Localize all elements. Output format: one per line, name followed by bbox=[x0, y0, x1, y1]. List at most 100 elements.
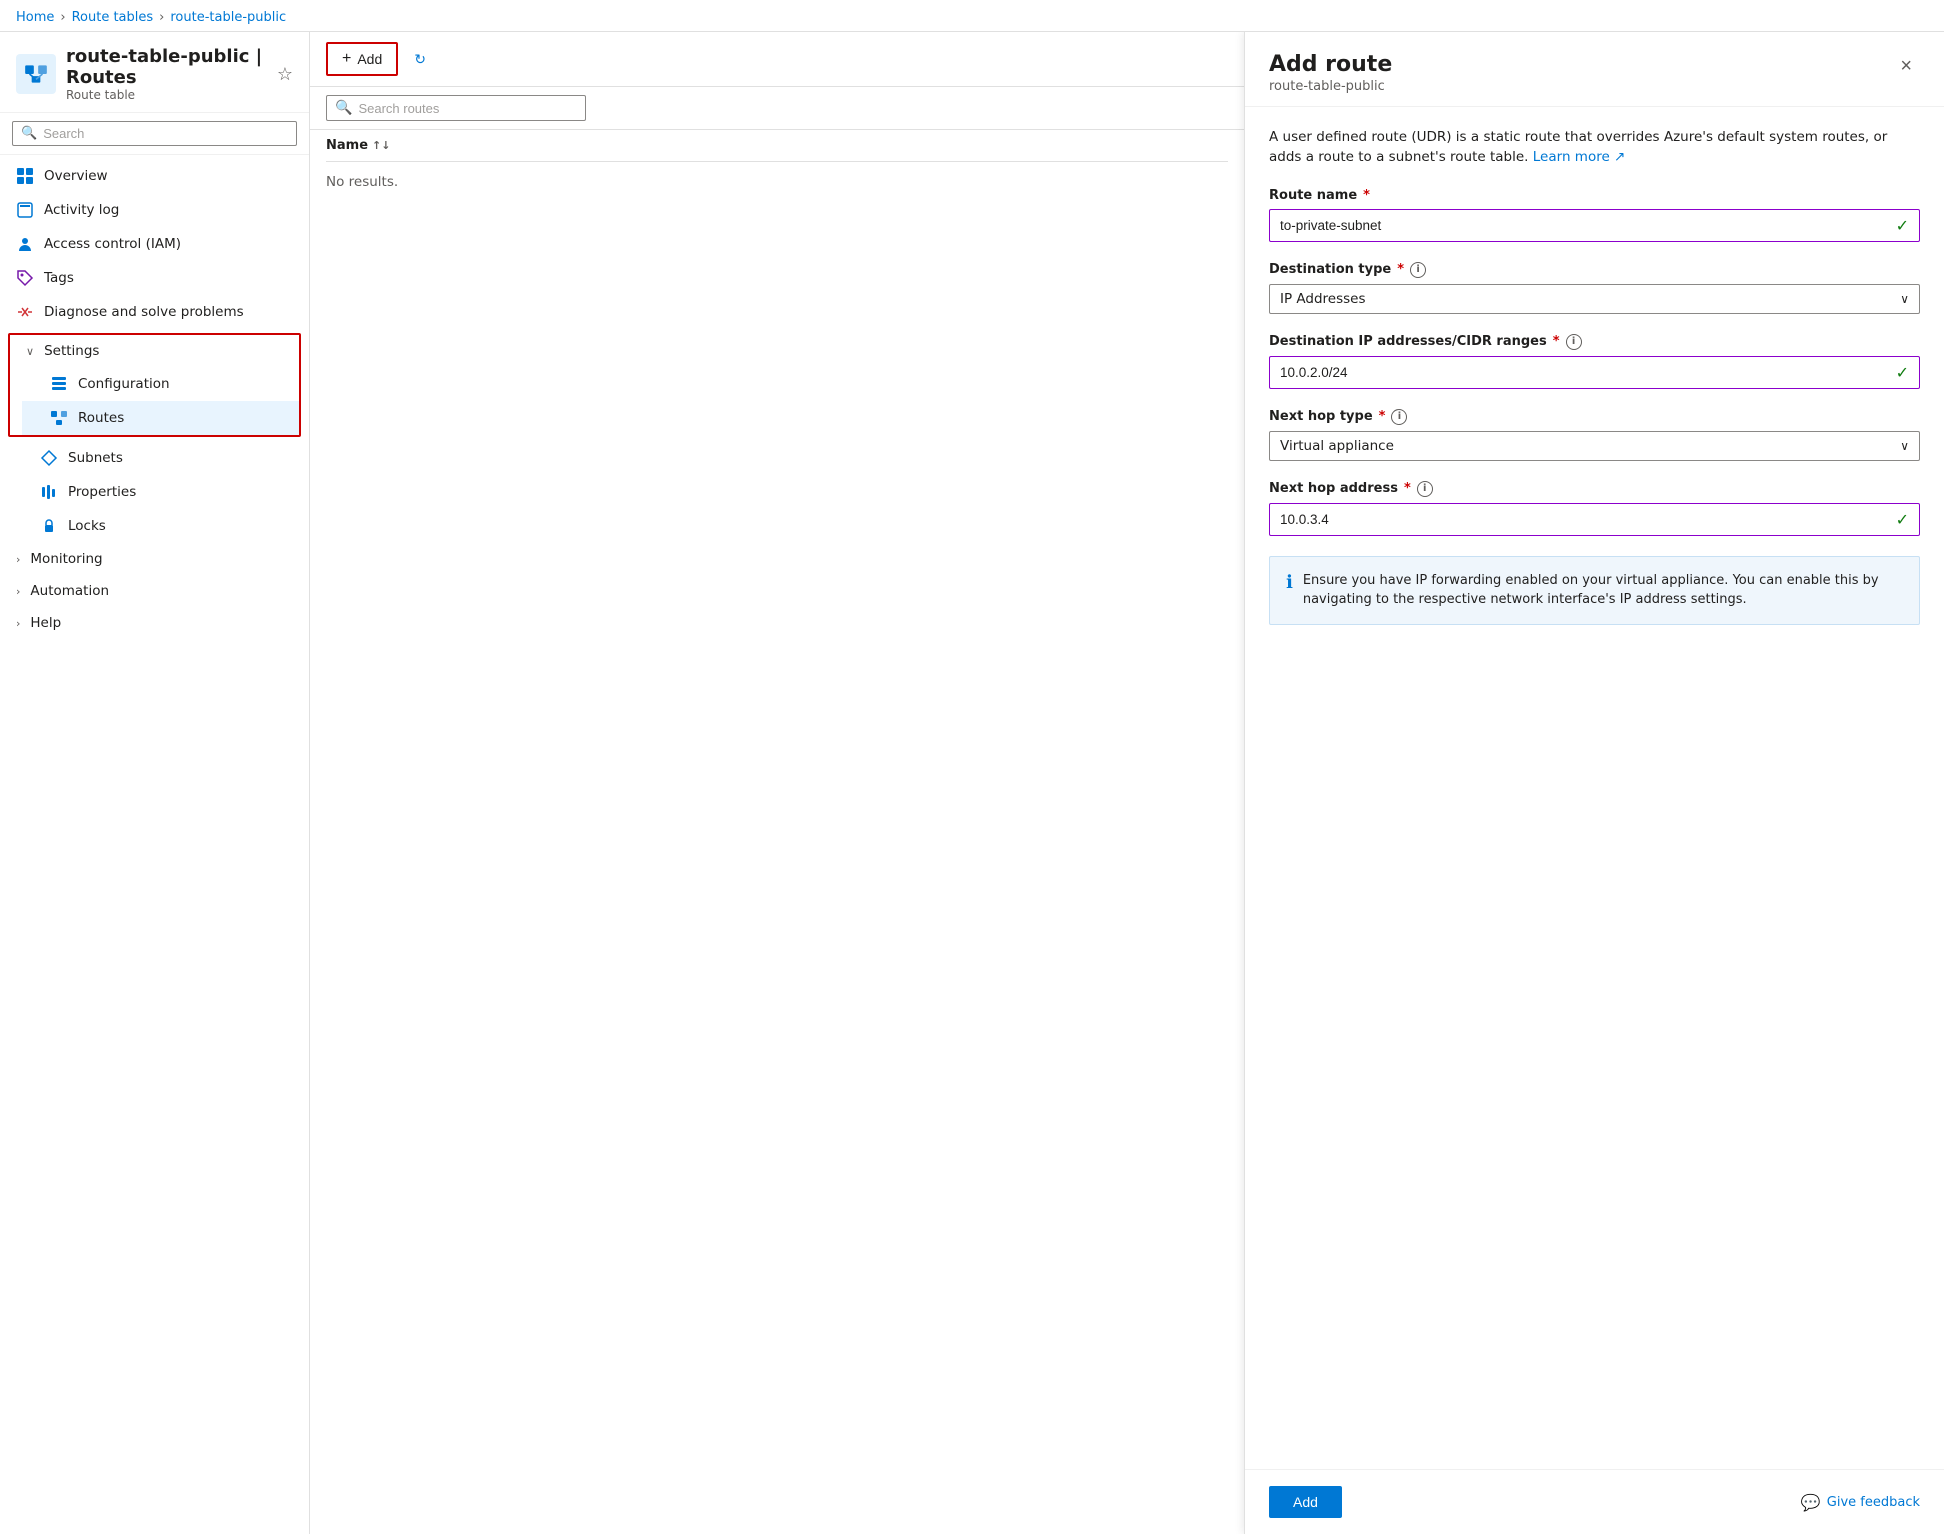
sidebar-item-overview[interactable]: Overview bbox=[0, 159, 309, 193]
next-hop-address-required: * bbox=[1404, 481, 1411, 496]
next-hop-type-select[interactable]: Virtual appliance ∨ bbox=[1269, 431, 1920, 461]
route-name-check-icon: ✓ bbox=[1896, 216, 1909, 235]
destination-type-required: * bbox=[1397, 262, 1404, 277]
learn-more-link[interactable]: Learn more ↗ bbox=[1533, 149, 1626, 165]
route-name-input[interactable] bbox=[1280, 218, 1890, 233]
next-hop-type-required: * bbox=[1379, 409, 1386, 424]
overview-icon bbox=[16, 167, 34, 185]
nav-group-automation-header[interactable]: › Automation bbox=[0, 575, 309, 607]
sidebar-item-subnets[interactable]: Subnets bbox=[12, 441, 309, 475]
sidebar: route-table-public | Routes Route table … bbox=[0, 32, 310, 1534]
sidebar-item-routes[interactable]: Routes bbox=[22, 401, 299, 435]
plus-icon: + bbox=[342, 50, 351, 68]
destination-type-info-icon[interactable]: i bbox=[1410, 262, 1426, 278]
panel-close-button[interactable]: × bbox=[1892, 52, 1920, 80]
nav-group-settings: ∨ Settings Configuration bbox=[0, 333, 309, 543]
routes-table: Name ↑↓ No results. bbox=[310, 130, 1244, 1534]
help-chevron-icon: › bbox=[16, 617, 20, 630]
destination-type-select[interactable]: IP Addresses ∨ bbox=[1269, 284, 1920, 314]
nav-group-help-header[interactable]: › Help bbox=[0, 607, 309, 639]
sidebar-item-locks-label: Locks bbox=[68, 518, 293, 534]
sidebar-search-box[interactable]: 🔍 bbox=[12, 121, 297, 146]
info-banner: ℹ Ensure you have IP forwarding enabled … bbox=[1269, 556, 1920, 625]
add-route-panel: Add route route-table-public × A user de… bbox=[1244, 32, 1944, 1534]
destination-cidr-required: * bbox=[1553, 334, 1560, 349]
destination-cidr-field: Destination IP addresses/CIDR ranges * i… bbox=[1269, 334, 1920, 389]
sidebar-item-routes-label: Routes bbox=[78, 410, 283, 426]
diagnose-icon bbox=[16, 303, 34, 321]
col-name-header[interactable]: Name ↑↓ bbox=[326, 138, 390, 153]
route-name-input-box[interactable]: ✓ bbox=[1269, 209, 1920, 242]
sidebar-item-diagnose[interactable]: Diagnose and solve problems bbox=[0, 295, 309, 329]
next-hop-type-info-icon[interactable]: i bbox=[1391, 409, 1407, 425]
sidebar-item-diagnose-label: Diagnose and solve problems bbox=[44, 304, 293, 320]
routes-search-container: 🔍 bbox=[310, 87, 1244, 130]
refresh-button[interactable]: ↻ bbox=[406, 45, 434, 74]
destination-type-field: Destination type * i IP Addresses ∨ bbox=[1269, 262, 1920, 314]
toolbar: + Add ↻ bbox=[310, 32, 1244, 87]
nav-group-help-label: Help bbox=[30, 615, 61, 631]
sidebar-item-tags[interactable]: Tags bbox=[0, 261, 309, 295]
destination-cidr-input-box[interactable]: ✓ bbox=[1269, 356, 1920, 389]
properties-icon bbox=[40, 483, 58, 501]
breadcrumb-home[interactable]: Home bbox=[16, 10, 54, 25]
feedback-label: Give feedback bbox=[1827, 1495, 1920, 1510]
info-banner-icon: ℹ bbox=[1286, 572, 1293, 593]
col-name-label: Name bbox=[326, 138, 368, 153]
favorite-star[interactable]: ☆ bbox=[277, 64, 293, 85]
settings-group-label: Settings bbox=[44, 343, 99, 359]
table-header: Name ↑↓ bbox=[326, 130, 1228, 162]
nav-group-monitoring-label: Monitoring bbox=[30, 551, 102, 567]
settings-group-header[interactable]: ∨ Settings bbox=[10, 335, 299, 367]
sidebar-item-properties-label: Properties bbox=[68, 484, 293, 500]
search-icon: 🔍 bbox=[21, 126, 37, 141]
iam-icon bbox=[16, 235, 34, 253]
next-hop-type-label: Next hop type * i bbox=[1269, 409, 1920, 425]
destination-type-value: IP Addresses bbox=[1280, 291, 1900, 307]
settings-highlight-box: ∨ Settings Configuration bbox=[8, 333, 301, 437]
next-hop-type-value: Virtual appliance bbox=[1280, 438, 1900, 454]
routes-search-input[interactable] bbox=[358, 101, 577, 116]
activity-icon bbox=[16, 201, 34, 219]
destination-cidr-info-icon[interactable]: i bbox=[1566, 334, 1582, 350]
main-content: + Add ↻ 🔍 Name ↑↓ No results. bbox=[310, 32, 1244, 1534]
add-button[interactable]: + Add bbox=[326, 42, 398, 76]
breadcrumb-route-tables[interactable]: Route tables bbox=[72, 10, 154, 25]
submit-button[interactable]: Add bbox=[1269, 1486, 1342, 1518]
routes-search-icon: 🔍 bbox=[335, 100, 352, 116]
breadcrumb: Home › Route tables › route-table-public bbox=[0, 0, 1944, 32]
next-hop-type-field: Next hop type * i Virtual appliance ∨ bbox=[1269, 409, 1920, 461]
nav-group-monitoring-header[interactable]: › Monitoring bbox=[0, 543, 309, 575]
monitoring-chevron-icon: › bbox=[16, 553, 20, 566]
search-input[interactable] bbox=[43, 126, 288, 141]
sidebar-search-container: 🔍 bbox=[0, 113, 309, 155]
sidebar-item-locks[interactable]: Locks bbox=[12, 509, 309, 543]
settings-group-children: Configuration Routes bbox=[10, 367, 299, 435]
nav-group-automation-label: Automation bbox=[30, 583, 109, 599]
next-hop-address-input-box[interactable]: ✓ bbox=[1269, 503, 1920, 536]
resource-subtitle: Route table bbox=[66, 88, 267, 102]
settings-extra-children: Subnets Properties Locks bbox=[0, 441, 309, 543]
routes-search-box[interactable]: 🔍 bbox=[326, 95, 586, 121]
route-name-label: Route name * bbox=[1269, 188, 1920, 203]
destination-cidr-input[interactable] bbox=[1280, 365, 1890, 380]
feedback-link[interactable]: 💬 Give feedback bbox=[1801, 1493, 1920, 1512]
subnets-icon bbox=[40, 449, 58, 467]
resource-icon bbox=[16, 54, 56, 94]
sidebar-item-iam[interactable]: Access control (IAM) bbox=[0, 227, 309, 261]
panel-description: A user defined route (UDR) is a static r… bbox=[1269, 127, 1920, 168]
next-hop-address-input[interactable] bbox=[1280, 512, 1890, 527]
settings-chevron-icon: ∨ bbox=[26, 345, 34, 358]
sidebar-item-properties[interactable]: Properties bbox=[12, 475, 309, 509]
sidebar-item-configuration[interactable]: Configuration bbox=[22, 367, 299, 401]
sidebar-item-configuration-label: Configuration bbox=[78, 376, 283, 392]
automation-chevron-icon: › bbox=[16, 585, 20, 598]
breadcrumb-current[interactable]: route-table-public bbox=[170, 10, 286, 25]
resource-title: route-table-public | Routes bbox=[66, 46, 267, 88]
next-hop-address-info-icon[interactable]: i bbox=[1417, 481, 1433, 497]
add-button-label: Add bbox=[357, 51, 382, 67]
info-banner-text: Ensure you have IP forwarding enabled on… bbox=[1303, 571, 1903, 610]
sidebar-item-activity-log[interactable]: Activity log bbox=[0, 193, 309, 227]
next-hop-type-chevron-icon: ∨ bbox=[1900, 439, 1909, 453]
sidebar-item-iam-label: Access control (IAM) bbox=[44, 236, 293, 252]
